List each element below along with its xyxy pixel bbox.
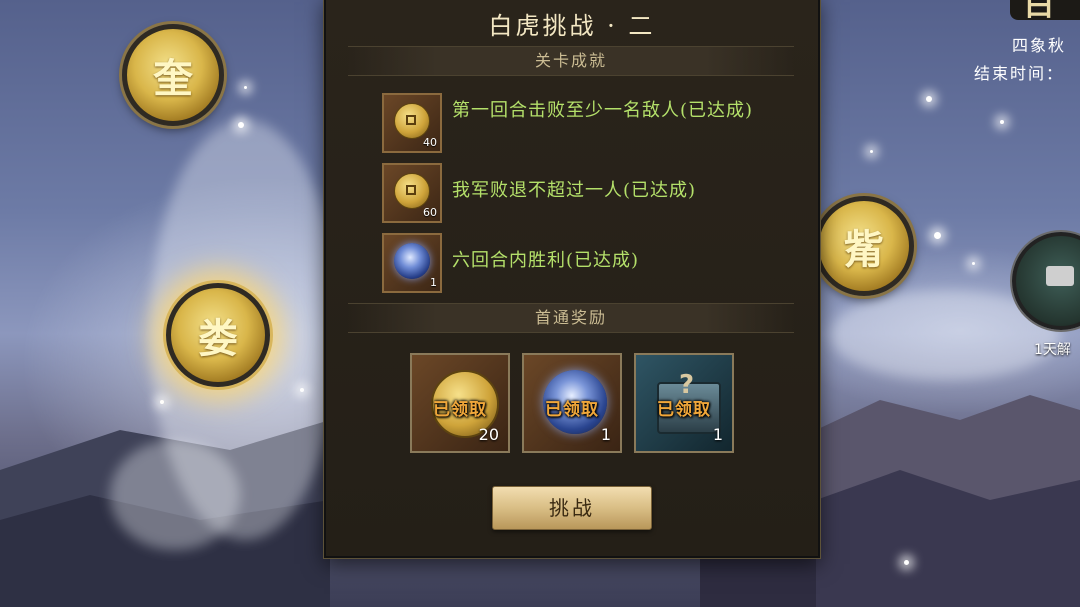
- copper-coin-icon[interactable]: 60: [382, 163, 442, 223]
- achievement-row: 60 我军败退不超过一人(已达成): [382, 163, 802, 227]
- reward-count: 1: [712, 425, 723, 444]
- constellation-lou-button[interactable]: 娄: [166, 283, 270, 387]
- star: [300, 388, 304, 392]
- claimed-label: 已领取: [545, 400, 599, 420]
- star: [904, 560, 909, 565]
- reward-item[interactable]: 已领取 1: [522, 353, 622, 453]
- end-time-label: 结束时间：: [974, 64, 1065, 83]
- star: [238, 122, 244, 128]
- star: [926, 96, 932, 102]
- star: [972, 262, 975, 265]
- challenge-panel: 白虎挑战 · 二 关卡成就 40 第一回合击败至少一名敌人(已达成) 60 我军…: [324, 0, 820, 558]
- claimed-label: 已领取: [433, 400, 487, 420]
- achievements-header: 关卡成就: [348, 46, 794, 76]
- reward-item[interactable]: ? 已领取 1: [634, 353, 734, 453]
- star: [160, 400, 164, 404]
- event-title-partial: 白: [1010, 0, 1080, 23]
- challenge-button[interactable]: 挑战: [492, 486, 652, 530]
- achievement-count: 1: [430, 276, 437, 289]
- achievement-row: 1 六回合内胜利(已达成): [382, 233, 802, 297]
- constellation-zi-label: 觜: [844, 226, 884, 273]
- constellation-zi-button[interactable]: 觜: [814, 196, 914, 296]
- unlock-countdown-label: 1天解: [1034, 342, 1071, 358]
- panel-title: 白虎挑战 · 二: [488, 12, 656, 40]
- lock-icon: [1046, 266, 1074, 286]
- constellation-kui-button[interactable]: 奎: [122, 24, 224, 126]
- star: [1000, 120, 1004, 124]
- star: [244, 86, 247, 89]
- constellation-kui-label: 奎: [153, 55, 193, 102]
- star: [870, 150, 873, 153]
- reward-count: 1: [600, 425, 611, 444]
- reward-count: 20: [478, 425, 499, 444]
- achievement-row: 40 第一回合击败至少一名敌人(已达成): [382, 93, 802, 157]
- reward-item[interactable]: 已领取 20: [410, 353, 510, 453]
- star-orb-icon[interactable]: 1: [382, 233, 442, 293]
- white-tiger-paw-glow: [110, 440, 240, 550]
- copper-coin-icon[interactable]: 40: [382, 93, 442, 153]
- claimed-label: 已领取: [657, 400, 711, 420]
- first-clear-header: 首通奖励: [348, 303, 794, 333]
- event-subtitle-partial: 四象秋: [1012, 36, 1067, 55]
- achievement-text: 第一回合击败至少一名敌人(已达成): [452, 100, 754, 121]
- achievement-count: 40: [423, 136, 437, 149]
- star: [934, 232, 941, 239]
- achievement-text: 我军败退不超过一人(已达成): [452, 180, 697, 201]
- achievement-text: 六回合内胜利(已达成): [452, 250, 640, 271]
- achievement-count: 60: [423, 206, 437, 219]
- constellation-lou-label: 娄: [198, 315, 238, 362]
